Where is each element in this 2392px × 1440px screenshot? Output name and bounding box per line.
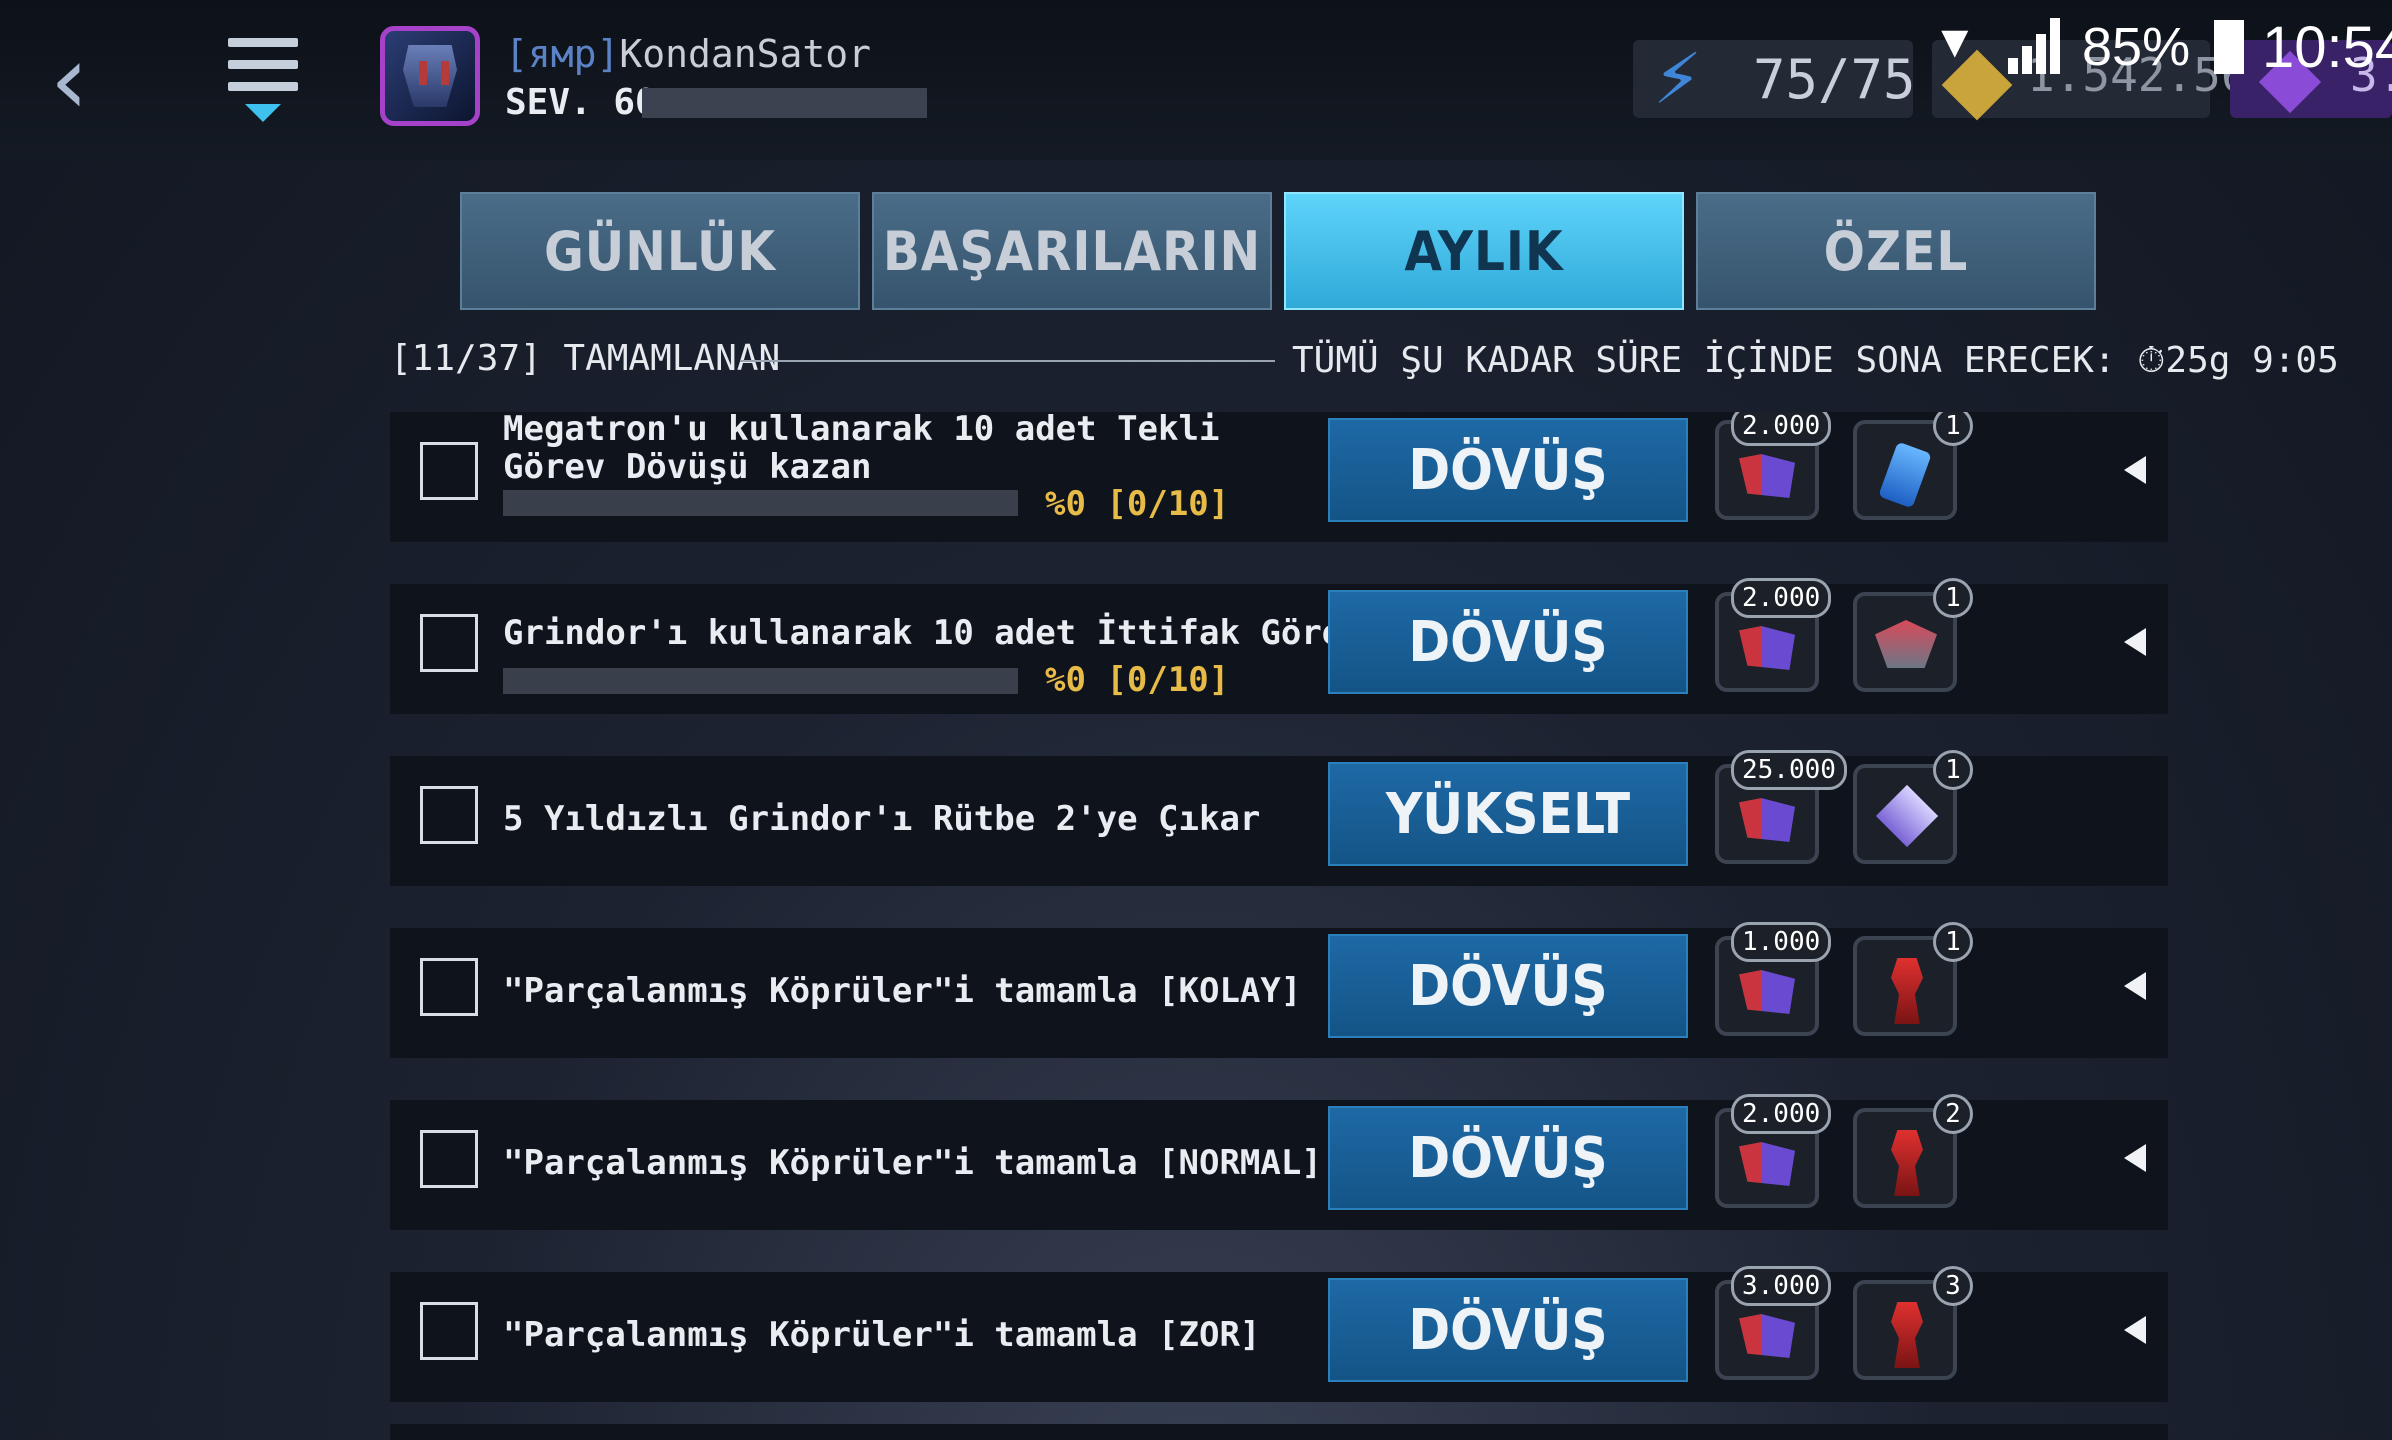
reward-slot[interactable]: 1 (1853, 750, 1973, 864)
task-title: "Parçalanmış Köprüler"i tamamla [KOLAY] (503, 971, 1302, 1011)
player-name: [ямр]KondanSator (505, 32, 872, 76)
battery-percent: 85% (2082, 17, 2191, 77)
reward-slot[interactable]: 25.000 (1715, 750, 1847, 864)
expand-arrow-icon[interactable] (2124, 972, 2146, 1000)
robot-icon (1891, 958, 1923, 1024)
player-level: SEV. 60 (505, 82, 657, 123)
reward-slot[interactable]: 3.000 (1715, 1266, 1832, 1380)
tab-achievements[interactable]: BAŞARILARIN (872, 192, 1272, 310)
task-checkbox[interactable] (420, 614, 478, 672)
task-row: Megatron'u kullanarak 10 adet Tekli Göre… (390, 412, 2168, 542)
completed-count: [11/37] TAMAMLANAN (390, 338, 781, 379)
task-title: "Parçalanmış Köprüler"i tamamla [NORMAL] (503, 1143, 1322, 1183)
expand-arrow-icon[interactable] (2124, 628, 2146, 656)
tab-special[interactable]: ÖZEL (1696, 192, 2096, 310)
task-checkbox[interactable] (420, 1130, 478, 1188)
crystal-icon (1875, 784, 1939, 848)
task-row: Grindor'ı kullanarak 10 adet İttifak Gör… (390, 578, 2168, 714)
reward-quantity: 2.000 (1731, 578, 1832, 618)
task-checkbox[interactable] (420, 1302, 478, 1360)
avatar[interactable] (380, 26, 480, 126)
signal-icon (2008, 18, 2068, 74)
expand-arrow-icon[interactable] (2124, 456, 2146, 484)
reward-quantity: 1 (1933, 750, 1973, 790)
reward-slot[interactable]: 2.000 (1715, 412, 1832, 520)
reward-slot[interactable]: 1 (1853, 412, 1973, 520)
energy-battery-icon (1878, 441, 1932, 509)
back-arrow-icon[interactable]: ‹ (50, 30, 130, 130)
fight-button[interactable]: DÖVÜŞ (1328, 1278, 1688, 1382)
task-checkbox[interactable] (420, 442, 478, 500)
energon-shard-icon (1739, 1314, 1795, 1358)
task-row: "Parçalanmış Köprüler"i tamamla [NORMAL]… (390, 1094, 2168, 1230)
fight-button[interactable]: DÖVÜŞ (1328, 934, 1688, 1038)
armor-crate-icon (1875, 620, 1937, 668)
robot-icon (1891, 1302, 1923, 1368)
task-row: 5 Yıldızlı Grindor'ı Rütbe 2'ye Çıkar YÜ… (390, 750, 2168, 886)
energon-shard-icon (1739, 798, 1795, 842)
task-progress-bar (503, 490, 1018, 516)
fight-button[interactable]: DÖVÜŞ (1328, 590, 1688, 694)
task-title: "Parçalanmış Köprüler"i tamamla [ZOR] (503, 1315, 1261, 1355)
task-title: 5 Yıldızlı Grindor'ı Rütbe 2'ye Çıkar (503, 799, 1261, 839)
expiry-timer: TÜMÜ ŞU KADAR SÜRE İÇİNDE SONA ERECEK: ⏱… (1292, 340, 2339, 381)
reward-slot[interactable]: 1 (1853, 578, 1973, 692)
task-list[interactable]: Megatron'u kullanarak 10 adet Tekli Göre… (390, 412, 2168, 1440)
task-row: "Parçalanmış Köprüler"i tamamla [KOLAY] … (390, 922, 2168, 1058)
system-status-bar: ▼ 85% 10:54 (1932, 0, 2392, 80)
energon-shard-icon (1739, 626, 1795, 670)
reward-quantity: 2.000 (1731, 412, 1832, 446)
robot-icon (1891, 1130, 1923, 1196)
clock: 10:54 (2262, 15, 2392, 80)
energy-value: 75/75 (1753, 48, 1916, 111)
tab-monthly[interactable]: AYLIK (1284, 192, 1684, 310)
reward-quantity: 3.000 (1731, 1266, 1832, 1306)
fight-button[interactable]: DÖVÜŞ (1328, 418, 1688, 522)
reward-quantity: 1 (1933, 922, 1973, 962)
reward-quantity: 25.000 (1731, 750, 1847, 790)
clock-icon: ⏱ (2137, 340, 2166, 381)
wifi-icon: ▼ (1932, 15, 1978, 67)
divider (740, 360, 1275, 362)
reward-slot[interactable]: 1.000 (1715, 922, 1832, 1036)
reward-slot[interactable]: 2.000 (1715, 1094, 1832, 1208)
reward-slot[interactable]: 2 (1853, 1094, 1973, 1208)
player-tag: [ямр] (505, 32, 620, 76)
reward-slot[interactable]: 2.000 (1715, 578, 1832, 692)
reward-slot[interactable]: 3 (1853, 1266, 1973, 1380)
expand-arrow-icon[interactable] (2124, 1144, 2146, 1172)
task-checkbox[interactable] (420, 786, 478, 844)
energy-counter[interactable]: ⚡ 75/75 (1633, 38, 1916, 120)
reward-slot[interactable]: 1 (1853, 922, 1973, 1036)
tab-daily[interactable]: GÜNLÜK (460, 192, 860, 310)
menu-icon[interactable] (228, 38, 298, 128)
battery-icon (2214, 20, 2244, 74)
task-row: "Parçalanmış Köprüler"i tamamla [ZOR] DÖ… (390, 1266, 2168, 1402)
xp-bar (642, 88, 927, 118)
task-title: Megatron'u kullanarak 10 adet Tekli Göre… (503, 412, 1220, 487)
expand-arrow-icon[interactable] (2124, 1316, 2146, 1344)
energon-shard-icon (1739, 970, 1795, 1014)
fight-button[interactable]: DÖVÜŞ (1328, 1106, 1688, 1210)
lightning-icon: ⚡ (1653, 38, 1703, 120)
task-progress-text: %0 [0/10] (1045, 660, 1230, 700)
task-checkbox[interactable] (420, 958, 478, 1016)
reward-quantity: 2 (1933, 1094, 1973, 1134)
task-progress-bar (503, 668, 1018, 694)
reward-quantity: 1 (1933, 578, 1973, 618)
upgrade-button[interactable]: YÜKSELT (1328, 762, 1688, 866)
energon-shard-icon (1739, 1142, 1795, 1186)
task-progress-text: %0 [0/10] (1045, 484, 1230, 524)
reward-quantity: 1.000 (1731, 922, 1832, 962)
reward-quantity: 2.000 (1731, 1094, 1832, 1134)
reward-quantity: 1 (1933, 412, 1973, 446)
task-row (390, 1424, 2168, 1440)
energon-shard-icon (1739, 454, 1795, 498)
reward-quantity: 3 (1933, 1266, 1973, 1306)
